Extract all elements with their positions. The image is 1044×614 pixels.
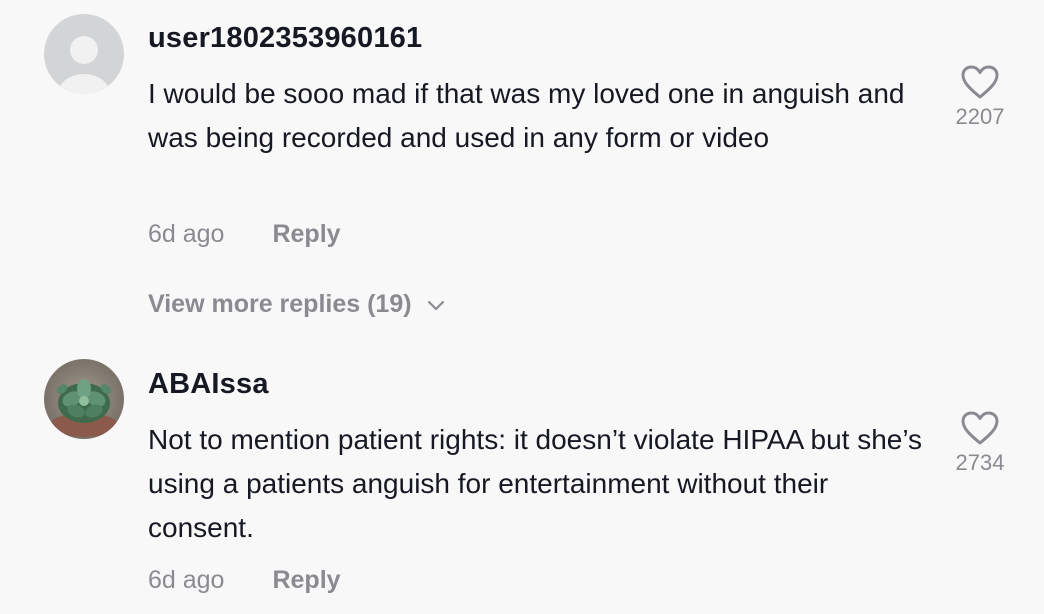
comment-timestamp: 6d ago xyxy=(148,220,225,248)
view-more-replies-button[interactable]: View more replies (19) xyxy=(148,290,446,319)
comment-text: I would be sooo mad if that was my loved… xyxy=(148,78,905,153)
comment-timestamp: 6d ago xyxy=(148,566,225,594)
avatar[interactable] xyxy=(44,359,124,439)
like-control: 2734 xyxy=(940,410,1020,476)
chevron-down-icon xyxy=(427,300,444,310)
comment-meta: 6d ago Reply xyxy=(148,220,341,249)
like-control: 2207 xyxy=(940,64,1020,130)
comment-text: Not to mention patient rights: it doesn’… xyxy=(148,424,923,543)
like-count: 2207 xyxy=(955,104,1005,129)
heart-icon[interactable] xyxy=(960,410,1000,446)
avatar[interactable] xyxy=(44,14,124,94)
heart-icon[interactable] xyxy=(960,64,1000,100)
reply-button[interactable]: Reply xyxy=(272,220,340,249)
like-count: 2734 xyxy=(955,450,1005,475)
reply-button[interactable]: Reply xyxy=(272,566,340,595)
succulent-photo xyxy=(44,359,124,439)
comment-meta: 6d ago Reply xyxy=(148,566,341,595)
comment-username[interactable]: user1802353960161 xyxy=(148,22,422,55)
comment-username[interactable]: ABAIssa xyxy=(148,368,269,401)
default-user-icon xyxy=(44,14,124,94)
view-more-replies-label: View more replies (19) xyxy=(148,290,412,318)
